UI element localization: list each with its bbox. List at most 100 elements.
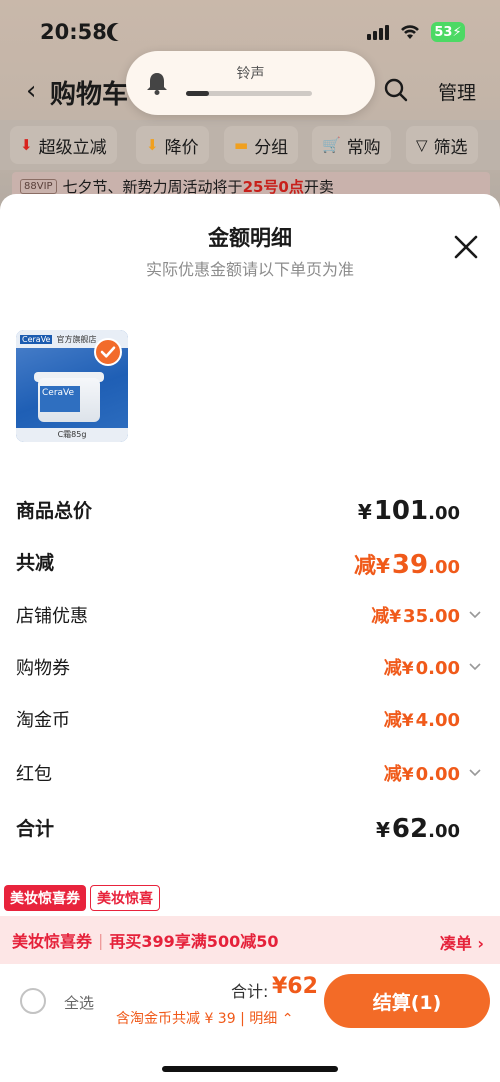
currency-symbol: ¥: [401, 765, 414, 785]
coupon-offer: 再买399享满500减50: [109, 932, 279, 951]
price-row-value: ¥62.00: [376, 814, 460, 844]
price-integer: 4: [415, 710, 429, 731]
product-jar-label: CeraVe: [40, 386, 80, 412]
price-prefix: 减: [383, 710, 402, 731]
search-icon[interactable]: [384, 78, 408, 102]
price-decimal: .00: [428, 658, 460, 679]
filter-label: 超级立减: [38, 137, 107, 158]
filter-super-discount[interactable]: ⬇ 超级立减: [10, 126, 117, 164]
coupon-tag-outline: 美妆惊喜: [90, 885, 160, 911]
manage-button[interactable]: 管理: [438, 78, 476, 105]
promo-text-before: 七夕节、新势力周活动将于: [62, 177, 243, 196]
filter-bar: ⬇ 超级立减 ⬇ 降价 ▬ 分组 🛒 常购 ▽ 筛选: [0, 120, 500, 170]
price-row-label: 红包: [16, 764, 52, 785]
price-integer: 101: [373, 496, 429, 526]
checkout-button[interactable]: 结算(1): [324, 974, 490, 1028]
price-decimal: .00: [428, 821, 460, 842]
price-row[interactable]: 红包 减¥ 0.00: [16, 760, 484, 790]
coupon-bar[interactable]: 美妆惊喜券 | 再买399享满500减50 凑单 ›: [0, 916, 500, 964]
price-row[interactable]: 店铺优惠 减¥ 35.00: [16, 602, 484, 632]
chevron-down-icon[interactable]: [468, 608, 482, 622]
coupon-tag: 美妆惊喜券: [4, 885, 86, 911]
currency-symbol: ¥: [389, 607, 402, 627]
price-prefix: 减: [383, 764, 402, 785]
price-row: 共减 减¥39.00: [16, 548, 484, 580]
price-row-label: 共减: [16, 552, 55, 574]
price-row-value: 减¥39.00: [354, 548, 460, 580]
folder-icon: ▬: [234, 136, 249, 154]
currency-symbol: ¥: [357, 500, 372, 524]
chevron-down-icon[interactable]: [468, 660, 482, 674]
currency-symbol: ¥: [376, 554, 390, 578]
volume-fill: [186, 91, 209, 96]
price-integer: 0: [415, 764, 429, 785]
filter-frequent[interactable]: 🛒 常购: [312, 126, 391, 164]
signal-icon: [367, 25, 389, 40]
price-row: 合计 ¥62.00: [16, 814, 484, 844]
price-prefix: 减: [383, 658, 402, 679]
total-value: ¥62: [272, 974, 318, 999]
select-all-label[interactable]: 全选: [64, 992, 94, 1013]
price-prefix: 减: [371, 606, 390, 627]
filter-label: 常购: [346, 137, 381, 158]
chevron-up-icon: ⌃: [281, 1011, 294, 1027]
price-decimal: .00: [428, 503, 460, 524]
chevron-down-icon[interactable]: [468, 766, 482, 780]
savings-detail-link[interactable]: 含淘金币共减 ¥ 39 | 明细 ⌃: [116, 1008, 293, 1028]
filter-price-drop[interactable]: ⬇ 降价: [136, 126, 209, 164]
divider: |: [98, 930, 104, 950]
currency-symbol: ¥: [376, 818, 390, 842]
ringer-volume-hud: 铃声: [126, 51, 375, 115]
price-row-value: 减¥ 0.00: [384, 760, 460, 786]
product-thumbnail[interactable]: CeraVe 官方旗舰店 CeraVe C霜85g: [16, 330, 128, 442]
price-row-value: 减¥ 0.00: [384, 654, 460, 680]
product-brand: CeraVe: [20, 334, 53, 344]
filter-label: 降价: [164, 137, 199, 158]
price-decimal: .00: [428, 557, 460, 578]
price-row: 商品总价 ¥101.00: [16, 496, 484, 526]
price-integer: 35: [403, 606, 429, 627]
sheet-subtitle: 实际优惠金额请以下单页为准: [145, 260, 354, 279]
price-row-label: 购物券: [16, 658, 70, 679]
filter-button[interactable]: ▽ 筛选: [406, 126, 478, 164]
currency-symbol: ¥: [401, 711, 414, 731]
promo-highlight: 25号0点: [242, 177, 304, 196]
filter-group[interactable]: ▬ 分组: [224, 126, 299, 164]
arrow-down-icon: ⬇: [20, 136, 33, 154]
price-row-label: 淘金币: [16, 710, 70, 731]
price-prefix: 减: [353, 554, 376, 579]
chevron-left-icon[interactable]: ‹: [26, 76, 36, 106]
checkmark-icon[interactable]: [94, 338, 122, 366]
checkout-bar: 全选 合计: ¥62 含淘金币共减 ¥ 39 | 明细 ⌃ 结算(1): [0, 964, 500, 1082]
price-row[interactable]: 购物券 减¥ 0.00: [16, 654, 484, 684]
cart-icon: 🛒: [322, 136, 341, 154]
coupon-name: 美妆惊喜券: [12, 932, 93, 951]
price-decimal: .00: [428, 764, 460, 785]
wifi-icon: [401, 25, 419, 39]
filter-label: 筛选: [433, 137, 468, 158]
total-label: 合计:: [231, 982, 269, 1001]
price-row-label: 合计: [16, 818, 55, 840]
price-row-value: ¥101.00: [358, 496, 460, 526]
price-integer: 0: [415, 658, 429, 679]
home-indicator: [162, 1066, 338, 1072]
hud-label: 铃声: [236, 66, 265, 82]
price-row: 淘金币 减¥ 4.00: [16, 706, 484, 736]
volume-track: [186, 91, 312, 96]
arrow-down-icon: ⬇: [146, 136, 159, 154]
price-decimal: .00: [428, 606, 460, 627]
price-row-value: 减¥ 35.00: [371, 602, 460, 628]
savings-text: 含淘金币共减 ¥ 39 | 明细: [116, 1011, 278, 1027]
price-row-label: 商品总价: [16, 500, 93, 522]
price-decimal: .00: [428, 710, 460, 731]
select-all-radio[interactable]: [20, 988, 46, 1014]
page-title: 购物车: [50, 80, 129, 110]
product-size: C霜85g: [16, 428, 128, 442]
moon-icon: [112, 23, 130, 41]
filter-icon: ▽: [416, 136, 428, 154]
sheet-title: 金额明细: [208, 226, 292, 250]
battery-indicator: 53 ⚡: [431, 22, 465, 42]
add-items-link[interactable]: 凑单 ›: [440, 930, 484, 954]
close-icon[interactable]: [453, 234, 479, 260]
promo-text-after: 开卖: [303, 177, 334, 196]
